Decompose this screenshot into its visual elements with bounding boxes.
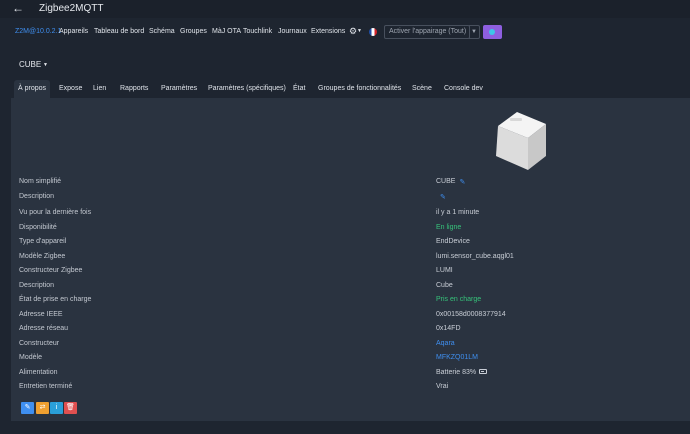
label-model-description: Description — [19, 282, 55, 289]
edit-icon[interactable]: ✎ — [440, 193, 447, 201]
gear-icon[interactable]: ⚙ — [349, 26, 357, 37]
nav-extensions[interactable]: Extensions — [311, 28, 345, 35]
value-friendly-name: CUBE ✎ — [436, 178, 466, 186]
device-image — [496, 112, 546, 170]
pairing-button[interactable] — [483, 25, 502, 39]
value-availability: En ligne — [436, 224, 462, 231]
version-link[interactable]: Z2M@10.0.2.1 — [15, 28, 61, 35]
label-manufacturer: Constructeur — [19, 340, 60, 347]
label-zigbee-manufacturer: Constructeur Zigbee — [19, 267, 83, 274]
flag-fr-icon[interactable] — [369, 28, 377, 36]
value-device-type: EndDevice — [436, 238, 470, 245]
device-tabs: À propos Expose Lien Rapports Paramètres… — [11, 80, 690, 98]
trash-icon[interactable]: 🗑 — [64, 402, 77, 414]
nav-ota[interactable]: MàJ OTA — [212, 28, 241, 35]
label-network-address: Adresse réseau — [19, 325, 69, 332]
app-title: Zigbee2MQTT — [39, 3, 104, 14]
label-interview-completed: Entretien terminé — [19, 383, 73, 390]
arrow-left-icon[interactable]: ← — [12, 2, 24, 14]
value-support-status: Pris en charge — [436, 296, 482, 303]
label-last-seen: Vu pour la dernière fois — [19, 209, 92, 216]
chevron-down-icon[interactable]: ▼ — [43, 62, 48, 68]
nav-groups[interactable]: Groupes — [180, 28, 207, 35]
value-description: ✎ — [436, 193, 447, 201]
nav-map[interactable]: Schéma — [149, 28, 175, 35]
value-manufacturer[interactable]: Aqara — [436, 340, 455, 347]
value-network-address: 0x14FD — [436, 325, 461, 332]
value-ieee-address: 0x00158d0008377914 — [436, 311, 506, 318]
tab-link[interactable]: Lien — [89, 80, 110, 98]
top-nav: Z2M@10.0.2.1 Appareils Tableau de bord S… — [0, 22, 690, 44]
tab-reports[interactable]: Rapports — [116, 80, 152, 98]
edit-icon[interactable]: ✎ — [21, 402, 34, 414]
label-model: Modèle — [19, 354, 42, 361]
tab-state[interactable]: État — [289, 80, 309, 98]
label-support-status: État de prise en charge — [19, 296, 92, 303]
nav-devices[interactable]: Appareils — [59, 28, 88, 35]
nav-dashboard[interactable]: Tableau de bord — [94, 28, 144, 35]
label-power: Alimentation — [19, 369, 58, 376]
pairing-dropdown-toggle[interactable]: ▼ — [469, 25, 480, 39]
about-panel: Nom simplifié CUBE ✎ Description ✎ Vu pou… — [11, 98, 690, 421]
value-interview-completed: Vrai — [436, 383, 449, 390]
edit-icon[interactable]: ✎ — [459, 178, 466, 186]
label-description: Description — [19, 193, 55, 200]
pairing-select[interactable]: Activer l'appairage (Tout) — [384, 25, 470, 39]
tab-expose[interactable]: Expose — [55, 80, 86, 98]
tab-settings[interactable]: Paramètres — [157, 80, 201, 98]
battery-icon — [479, 369, 488, 374]
title-bar: ← Zigbee2MQTT — [0, 0, 690, 18]
value-model-description: Cube — [436, 282, 453, 289]
value-zigbee-model: lumi.sensor_cube.aqgl01 — [436, 253, 514, 260]
value-model[interactable]: MFKZQ01LM — [436, 354, 478, 361]
chevron-down-icon[interactable]: ▼ — [357, 28, 362, 34]
info-icon[interactable]: i — [50, 402, 63, 414]
value-zigbee-manufacturer: LUMI — [436, 267, 453, 274]
label-ieee-address: Adresse IEEE — [19, 311, 63, 318]
label-friendly-name: Nom simplifié — [19, 178, 62, 185]
nav-logs[interactable]: Journaux — [278, 28, 307, 35]
swap-icon[interactable]: ⇄ — [36, 402, 49, 414]
tab-specific-settings[interactable]: Paramètres (spécifiques) — [204, 80, 290, 98]
tab-scene[interactable]: Scène — [408, 80, 436, 98]
label-device-type: Type d'appareil — [19, 238, 67, 245]
label-availability: Disponibilité — [19, 224, 57, 231]
tab-dev-console[interactable]: Console dev — [440, 80, 487, 98]
tab-feature-groups[interactable]: Groupes de fonctionnalités — [314, 80, 405, 98]
value-power: Batterie 83% — [436, 369, 488, 376]
tab-about[interactable]: À propos — [14, 80, 51, 98]
label-zigbee-model: Modèle Zigbee — [19, 253, 66, 260]
nav-touchlink[interactable]: Touchlink — [243, 28, 272, 35]
value-last-seen: il y a 1 minute — [436, 209, 480, 216]
device-select[interactable]: CUBE — [19, 60, 41, 69]
